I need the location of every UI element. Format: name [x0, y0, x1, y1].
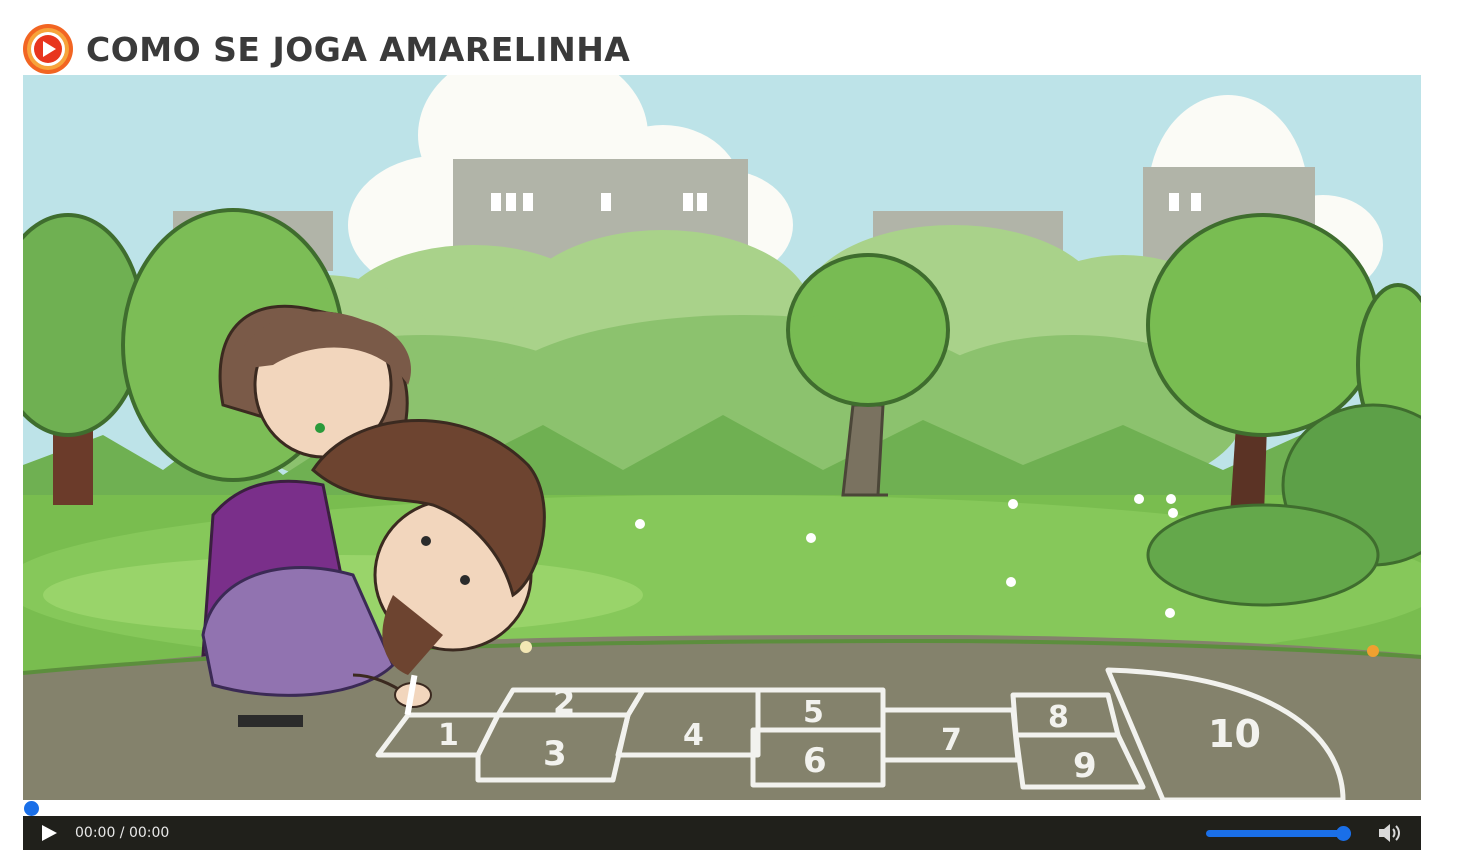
progress-thumb[interactable] — [24, 801, 39, 816]
time-display: 00:00 / 00:00 — [75, 825, 170, 841]
play-button[interactable] — [39, 823, 59, 843]
video-controls: 00:00 / 00:00 — [23, 816, 1421, 850]
play-icon — [42, 825, 57, 841]
hopscotch-number: 2 — [553, 683, 575, 721]
volume-track[interactable] — [1206, 830, 1351, 837]
hopscotch-number: 9 — [1073, 746, 1097, 786]
orange-play-icon — [23, 24, 73, 74]
video-frame[interactable]: 1 2 3 4 5 6 7 8 9 10 — [23, 75, 1421, 800]
volume-thumb[interactable] — [1336, 826, 1351, 841]
page-header: COMO SE JOGA AMARELINHA — [22, 22, 630, 76]
hopscotch-number: 3 — [543, 734, 567, 774]
video-scene: 1 2 3 4 5 6 7 8 9 10 — [23, 75, 1421, 800]
hopscotch-number: 4 — [683, 718, 704, 753]
hopscotch-number: 5 — [803, 695, 824, 730]
hopscotch-number: 1 — [438, 718, 459, 753]
hopscotch-number: 10 — [1208, 712, 1261, 756]
hopscotch-number: 8 — [1048, 700, 1069, 735]
hopscotch-number: 6 — [803, 741, 827, 781]
hopscotch-number: 7 — [941, 723, 962, 758]
page-title: COMO SE JOGA AMARELINHA — [86, 29, 631, 69]
speaker-icon[interactable] — [1377, 821, 1403, 845]
volume-slider[interactable] — [1206, 825, 1351, 841]
progress-bar[interactable] — [23, 800, 1421, 816]
